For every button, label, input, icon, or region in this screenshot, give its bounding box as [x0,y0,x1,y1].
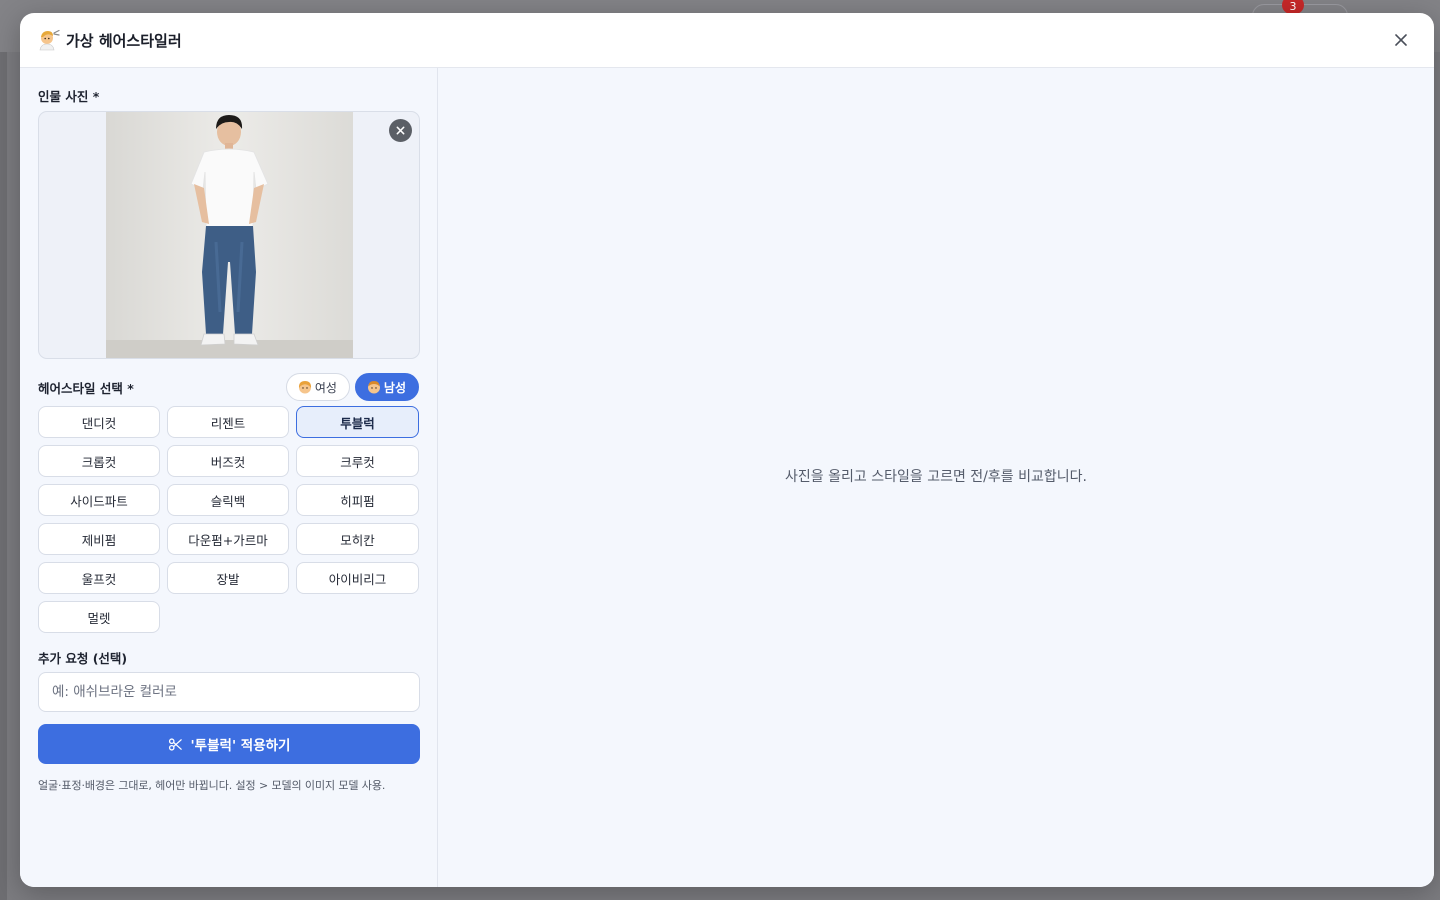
modal-title: 가상 헤어스타일러 [66,31,182,50]
female-label: 여성 [314,380,337,395]
modal-header: 가상 헤어스타일러 [20,13,1434,68]
style-option[interactable]: 모히칸 [296,523,419,555]
scissors-icon [168,737,182,751]
hairstyle-label: 헤어스타일 선택 * [38,380,134,396]
style-option-selected[interactable]: 투블럭 [296,406,419,438]
barber-person-icon [39,29,60,51]
style-option[interactable]: 사이드파트 [38,484,160,516]
style-option[interactable]: 장발 [167,562,289,594]
close-icon [1395,34,1407,46]
apply-hairstyle-button[interactable]: '투블럭' 적용하기 [38,724,420,764]
comparison-placeholder: 사진을 올리고 스타일을 고르면 전/후를 비교합니다. [785,468,1087,485]
hairstyle-header: 헤어스타일 선택 * 여성 남성 [38,373,419,401]
style-option[interactable]: 다운펌+가르마 [167,523,289,555]
settings-panel: 인물 사진 * 헤어스타일 선택 * 여성 남성 댄디컷 리젠트 투블럭 크롭컷… [20,68,438,887]
style-option[interactable]: 리젠트 [167,406,289,438]
style-option[interactable]: 버즈컷 [167,445,289,477]
style-option[interactable]: 아이비리그 [296,562,419,594]
female-button[interactable]: 여성 [285,373,350,401]
person-photo [106,112,353,358]
extra-request-label: 추가 요청 (선택) [38,651,128,666]
photo-upload-area[interactable] [38,111,420,359]
male-button[interactable]: 남성 [354,373,419,401]
style-option[interactable]: 히피펌 [296,484,419,516]
modal-body: 인물 사진 * 헤어스타일 선택 * 여성 남성 댄디컷 리젠트 투블럭 크롭컷… [20,68,1434,887]
background-left-strip [0,0,7,900]
close-icon [396,126,405,135]
extra-request-input[interactable] [38,672,420,712]
style-option[interactable]: 울프컷 [38,562,160,594]
helper-text: 얼굴·표정·배경은 그대로, 헤어만 바뀝니다. 설정 > 모델의 이미지 모델… [38,779,386,792]
woman-face-icon [298,381,311,394]
style-option[interactable]: 크루컷 [296,445,419,477]
remove-photo-button[interactable] [389,119,412,142]
man-face-icon [367,381,380,394]
style-option[interactable]: 댄디컷 [38,406,160,438]
gender-toggle: 여성 남성 [285,373,419,401]
male-label: 남성 [383,380,406,395]
comparison-panel: 사진을 올리고 스타일을 고르면 전/후를 비교합니다. [438,68,1434,887]
style-option[interactable]: 멀렛 [38,601,160,633]
style-option[interactable]: 슬릭백 [167,484,289,516]
photo-label: 인물 사진 * [38,89,100,104]
close-button[interactable] [1390,29,1412,51]
style-option[interactable]: 크롭컷 [38,445,160,477]
background-notification-badge: 3 [1282,0,1304,14]
hairstyle-grid: 댄디컷 리젠트 투블럭 크롭컷 버즈컷 크루컷 사이드파트 슬릭백 히피펌 제비… [38,406,419,633]
virtual-hairstyler-modal: 가상 헤어스타일러 인물 사진 * 헤어스타일 선택 * 여성 남성 댄디컷 리… [20,13,1434,887]
apply-label: '투블럭' 적용하기 [190,738,291,754]
style-option[interactable]: 제비펌 [38,523,160,555]
